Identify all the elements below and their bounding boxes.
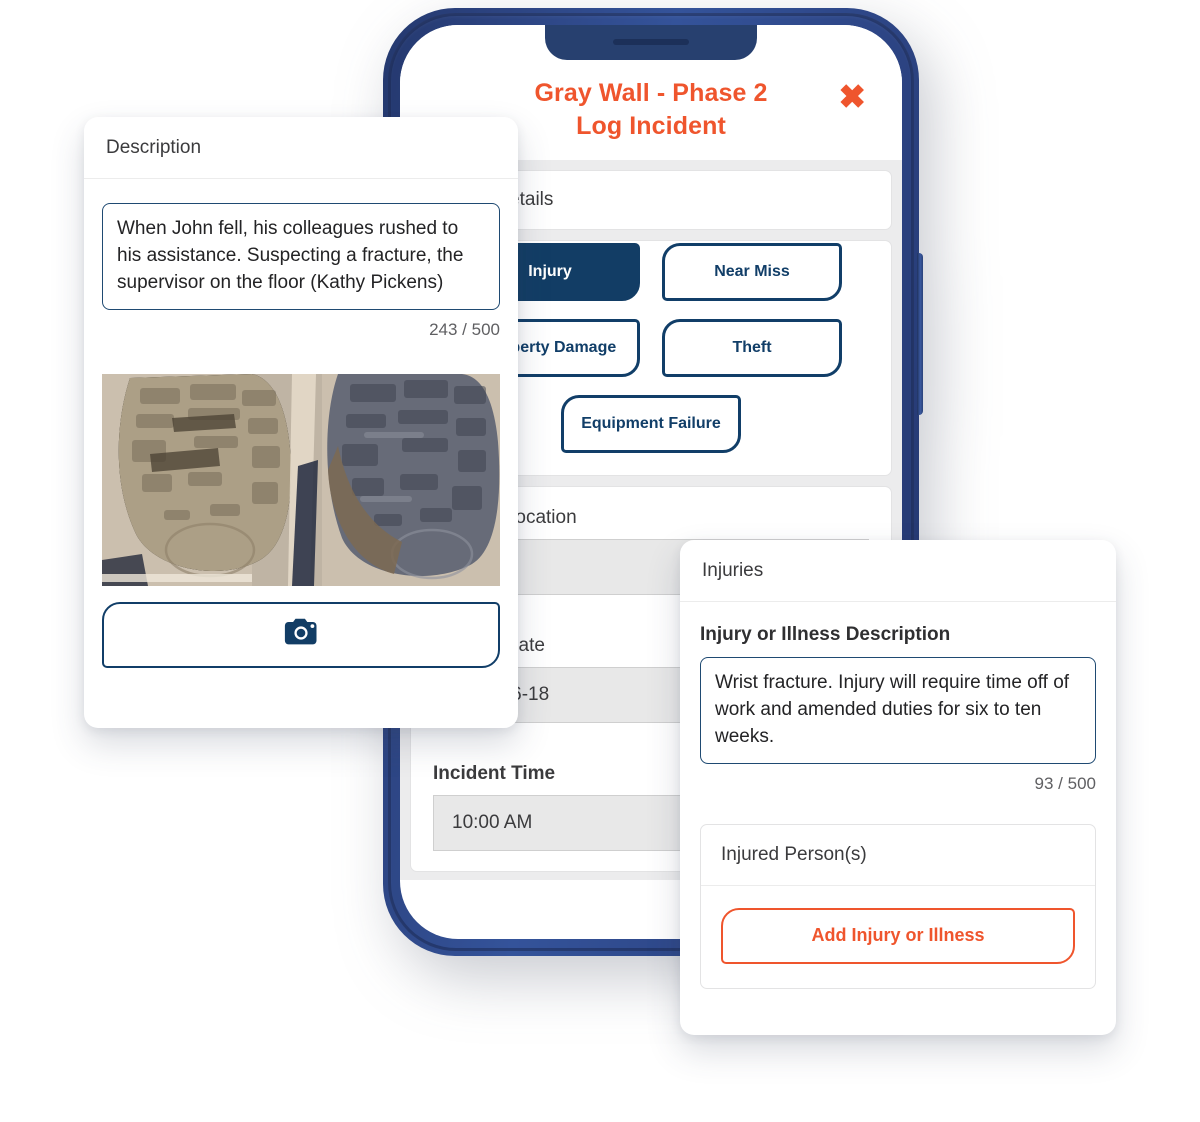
injury-description-textarea[interactable]: Wrist fracture. Injury will require time…	[700, 657, 1096, 764]
injuries-card-title: Injuries	[680, 540, 1116, 602]
injuries-card-body: Injury or Illness Description Wrist frac…	[680, 602, 1116, 794]
incident-type-near-miss[interactable]: Near Miss	[662, 243, 842, 301]
injury-char-counter: 93 / 500	[1034, 773, 1096, 793]
description-textarea[interactable]: When John fell, his colleagues rushed to…	[102, 203, 500, 310]
incident-photo	[102, 373, 500, 586]
description-card-title: Description	[84, 117, 518, 179]
page-title: Gray Wall - Phase 2	[534, 79, 768, 107]
incident-type-equipment-failure[interactable]: Equipment Failure	[561, 395, 741, 453]
injuries-card: Injuries Injury or Illness Description W…	[680, 540, 1116, 1035]
add-injury-button[interactable]: Add Injury or Illness	[721, 907, 1075, 964]
injury-description-label: Injury or Illness Description	[700, 624, 951, 645]
incident-type-theft[interactable]: Theft	[662, 319, 842, 377]
description-card: Description When John fell, his colleagu…	[84, 117, 518, 728]
earpiece-speaker	[613, 39, 689, 45]
injured-persons-card: Injured Person(s) Add Injury or Illness	[700, 823, 1096, 989]
injured-persons-body: Add Injury or Illness	[701, 886, 1095, 988]
phone-notch	[545, 25, 757, 60]
power-button[interactable]	[917, 253, 923, 415]
screenshot-root: Gray Wall - Phase 2 Log Incident ✖ Repor…	[0, 0, 1200, 1122]
description-char-counter: 243 / 500	[429, 319, 500, 339]
camera-button[interactable]	[102, 601, 500, 668]
description-card-body: When John fell, his colleagues rushed to…	[84, 179, 518, 668]
injured-persons-title: Injured Person(s)	[701, 825, 1095, 886]
close-icon[interactable]: ✖	[838, 80, 866, 113]
camera-icon	[284, 618, 318, 651]
